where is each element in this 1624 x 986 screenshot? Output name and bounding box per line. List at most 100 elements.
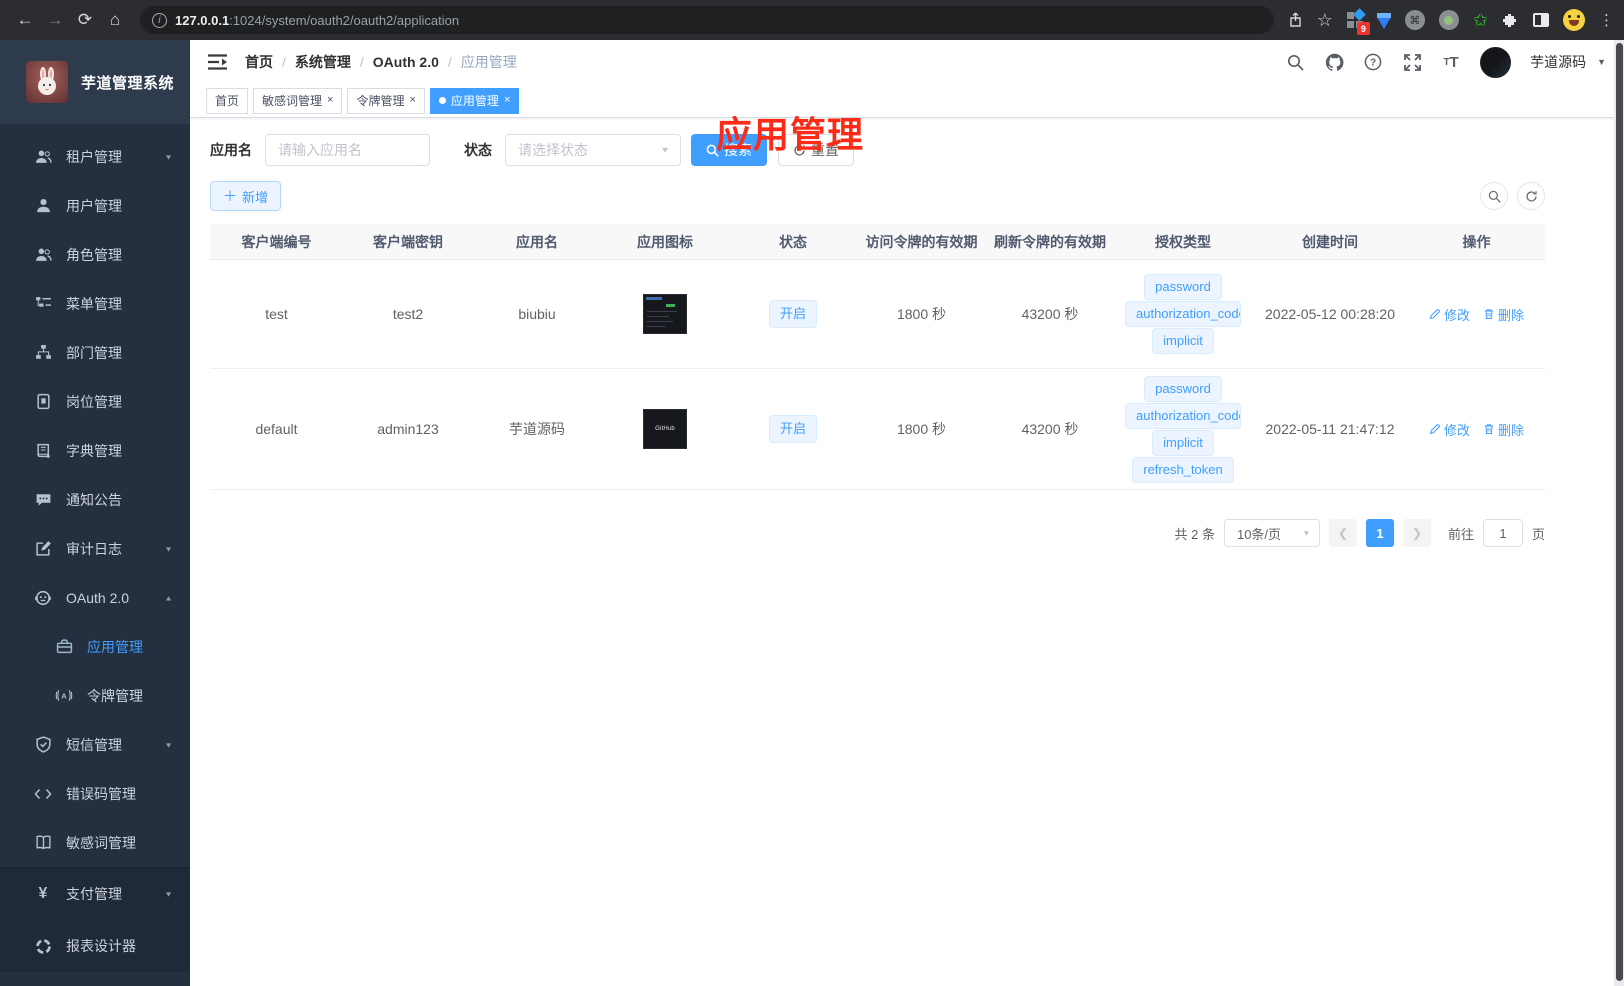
- forward-icon[interactable]: →: [40, 5, 70, 35]
- reset-button[interactable]: 重置: [778, 134, 854, 166]
- status-tag[interactable]: 开启: [768, 415, 817, 443]
- user-avatar[interactable]: [1480, 46, 1512, 78]
- breadcrumb-home[interactable]: 首页: [245, 52, 273, 72]
- delete-label: 删除: [1498, 307, 1525, 323]
- status-select[interactable]: 请选择状态 ▼: [505, 134, 681, 166]
- current-page-button[interactable]: 1: [1365, 519, 1394, 547]
- delete-button[interactable]: 删除: [1483, 305, 1524, 324]
- refresh-button[interactable]: [1517, 182, 1545, 210]
- username[interactable]: 芋道源码: [1530, 52, 1586, 72]
- delete-button[interactable]: 删除: [1483, 420, 1524, 439]
- profile-avatar-icon[interactable]: [1563, 9, 1585, 31]
- sidebar-item-tenant[interactable]: 租户管理 ▼: [0, 132, 190, 181]
- status-tag[interactable]: 开启: [768, 300, 817, 328]
- home-icon[interactable]: ⌂: [100, 5, 130, 35]
- record-extension-icon[interactable]: [1438, 10, 1459, 30]
- cell-status: 开启: [729, 415, 857, 443]
- sidebar-item-token[interactable]: A 令牌管理: [0, 671, 190, 720]
- breadcrumb-current: 应用管理: [460, 54, 517, 70]
- sidebar-item-errcode[interactable]: 错误码管理: [0, 769, 190, 818]
- split-view-icon[interactable]: [1533, 13, 1549, 27]
- add-button[interactable]: ＋ 新增: [210, 181, 282, 211]
- sidebar-collapse-icon[interactable]: [208, 54, 227, 70]
- close-icon[interactable]: ×: [504, 95, 510, 106]
- back-icon[interactable]: ←: [10, 5, 40, 35]
- breadcrumb-system[interactable]: 系统管理: [295, 52, 351, 72]
- reset-button-label: 重置: [811, 142, 839, 158]
- users-icon: [34, 246, 52, 264]
- badge-icon: [34, 393, 52, 411]
- col-header: 授权类型: [1155, 233, 1211, 250]
- font-size-icon[interactable]: TT: [1441, 52, 1461, 72]
- sidebar-item-label: 租户管理: [66, 148, 122, 165]
- fullscreen-icon[interactable]: [1402, 52, 1422, 72]
- filter-form: 应用名 状态 请选择状态 ▼ 搜索 重置: [210, 134, 1624, 166]
- next-page-button[interactable]: ❯: [1402, 519, 1431, 547]
- bookmark-star-icon[interactable]: ☆: [1317, 10, 1333, 31]
- github-icon[interactable]: [1324, 52, 1344, 72]
- scrollbar-thumb[interactable]: [1616, 43, 1623, 981]
- sidebar-item-label: 角色管理: [66, 246, 122, 263]
- search-button[interactable]: 搜索: [691, 134, 767, 166]
- cell-access-ttl: 1800 秒: [896, 306, 947, 322]
- sidebar-item-oauth[interactable]: OAuth 2.0 ▲: [0, 573, 190, 622]
- sidebar-item-notice[interactable]: 通知公告: [0, 475, 190, 524]
- site-info-icon[interactable]: i: [152, 12, 167, 28]
- svg-text:?: ?: [1370, 58, 1376, 69]
- sidebar-item-sensitive[interactable]: 敏感词管理: [0, 818, 190, 867]
- share-icon[interactable]: [1288, 12, 1303, 28]
- close-icon[interactable]: ×: [327, 95, 333, 106]
- sidebar-item-audit-log[interactable]: 审计日志 ▼: [0, 524, 190, 573]
- app-name-input[interactable]: [265, 134, 430, 166]
- tab-application[interactable]: 应用管理 ×: [429, 87, 520, 114]
- reload-icon[interactable]: ⟳: [70, 5, 100, 35]
- tab-sensitive[interactable]: 敏感词管理 ×: [253, 87, 343, 114]
- cell-actions: 修改 删除: [1408, 305, 1545, 324]
- gem-extension-icon[interactable]: [1376, 13, 1391, 29]
- help-icon[interactable]: ?: [1363, 52, 1383, 72]
- search-icon[interactable]: [1285, 52, 1305, 72]
- goto-page-input[interactable]: [1482, 519, 1523, 547]
- sidebar-item-sms[interactable]: 短信管理 ▼: [0, 720, 190, 769]
- sidebar-item-dict[interactable]: 字典管理: [0, 426, 190, 475]
- chevron-down-icon: ▼: [1302, 529, 1311, 537]
- edit-button[interactable]: 修改: [1429, 420, 1470, 439]
- toggle-search-button[interactable]: [1480, 182, 1508, 210]
- sidebar-item-dept[interactable]: 部门管理: [0, 328, 190, 377]
- sidebar-item-post[interactable]: 岗位管理: [0, 377, 190, 426]
- edit-button[interactable]: 修改: [1429, 305, 1470, 324]
- extension-grid-icon[interactable]: 9: [1346, 8, 1370, 35]
- breadcrumb-oauth[interactable]: OAuth 2.0: [373, 54, 439, 70]
- table-row: test test2 biubiu 开启 1800 秒 43200 秒 pass…: [210, 260, 1545, 369]
- chevron-down-icon[interactable]: ▼: [1597, 57, 1606, 67]
- sidebar-item-menu[interactable]: 菜单管理: [0, 279, 190, 328]
- sidebar: 芋道管理系统 租户管理 ▼ 用户管理 角色管理 菜单管理 部门管理 岗位管理 字…: [0, 40, 190, 986]
- sidebar-item-user[interactable]: 用户管理: [0, 181, 190, 230]
- tab-home[interactable]: 首页: [206, 87, 249, 114]
- browser-menu-icon[interactable]: ⋮: [1599, 11, 1614, 29]
- sidebar-item-application[interactable]: 应用管理: [0, 622, 190, 671]
- close-icon[interactable]: ×: [409, 95, 415, 106]
- command-extension-icon[interactable]: ⌘: [1404, 10, 1425, 30]
- cell-client-id: test: [265, 306, 288, 322]
- address-bar[interactable]: i 127.0.0.1:1024/system/oauth2/oauth2/ap…: [140, 6, 1274, 34]
- cell-refresh-ttl: 43200 秒: [1021, 421, 1079, 437]
- extensions-puzzle-icon[interactable]: [1502, 12, 1519, 29]
- sidebar-item-role[interactable]: 角色管理: [0, 230, 190, 279]
- applications-table: 客户端编号 客户端密钥 应用名 应用图标 状态 访问令牌的有效期 刷新令牌的有效…: [210, 224, 1545, 490]
- prev-page-button[interactable]: ❮: [1328, 519, 1357, 547]
- goto-label: 前往: [1447, 526, 1474, 542]
- sidebar-item-report[interactable]: 报表设计器: [0, 920, 190, 972]
- cell-grant-types: password authorization_code implicit: [1114, 274, 1252, 354]
- tab-label: 令牌管理: [356, 94, 405, 108]
- page-scrollbar[interactable]: [1614, 40, 1624, 986]
- edit-icon: [1429, 424, 1440, 435]
- page-size-select[interactable]: 10条/页 ▼: [1223, 519, 1320, 547]
- tab-token[interactable]: 令牌管理 ×: [347, 87, 425, 114]
- browser-chrome: ← → ⟳ ⌂ i 127.0.0.1:1024/system/oauth2/o…: [0, 0, 1624, 40]
- sidebar-item-label: 用户管理: [66, 197, 122, 214]
- star-extension-icon[interactable]: ✩: [1473, 10, 1488, 31]
- sidebar-item-pay[interactable]: ¥ 支付管理 ▼: [0, 868, 190, 920]
- logo[interactable]: 芋道管理系统: [0, 40, 190, 124]
- sidebar-menu: 租户管理 ▼ 用户管理 角色管理 菜单管理 部门管理 岗位管理 字典管理 通知公…: [0, 124, 190, 986]
